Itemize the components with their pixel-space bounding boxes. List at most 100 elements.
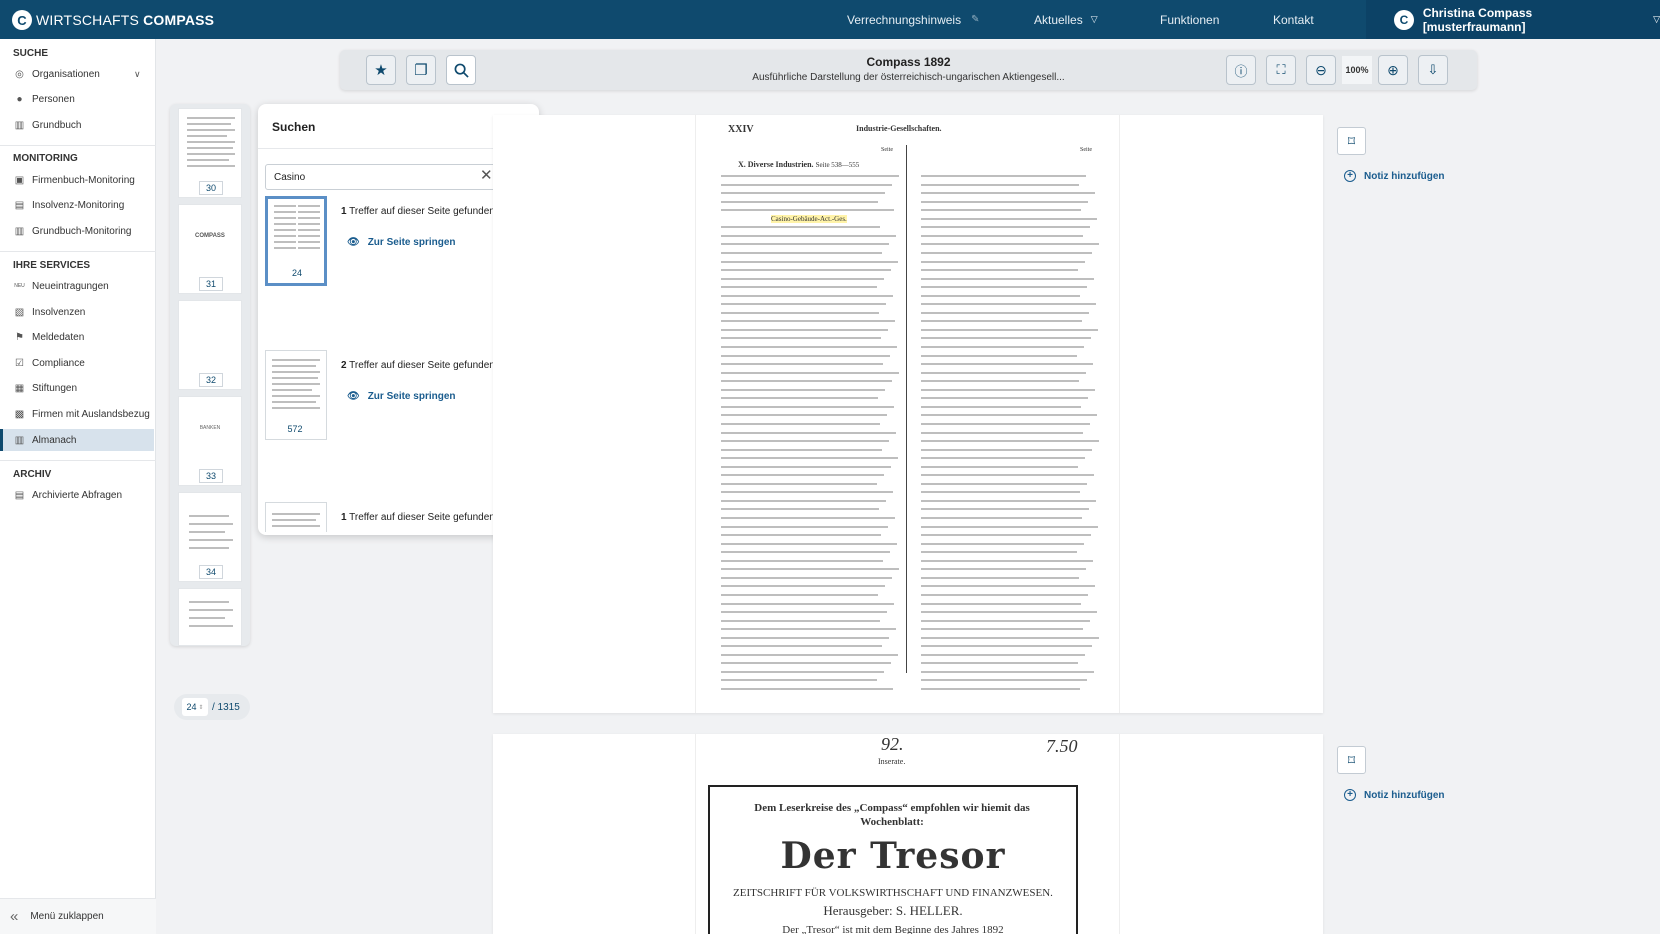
- thumbnail-page[interactable]: BANKEN 33: [178, 396, 242, 486]
- clear-icon[interactable]: ✕: [480, 166, 493, 184]
- text-line: [921, 286, 1087, 289]
- nav-verrechnungshinweis[interactable]: Verrechnungshinweis ✎: [847, 0, 979, 39]
- jump-to-page-link[interactable]: 👁 Zur Seite springen: [347, 391, 456, 402]
- brand-logo[interactable]: C WIRTSCHAFTS COMPASS: [12, 10, 214, 30]
- text-line: [721, 260, 898, 263]
- thumbnail-page[interactable]: COMPASS 31: [178, 204, 242, 294]
- sidebar-item-stiftungen[interactable]: ▦ Stiftungen: [0, 377, 154, 399]
- text-line: [721, 200, 878, 203]
- text-line: [721, 653, 898, 656]
- nav-funktionen[interactable]: Funktionen: [1160, 0, 1219, 39]
- thumbnail-page[interactable]: 30: [178, 108, 242, 198]
- text-line: [921, 542, 1084, 545]
- total-pages: / 1315: [212, 701, 240, 713]
- sidebar-item-archivierte-abfragen[interactable]: ▤ Archivierte Abfragen: [0, 484, 154, 506]
- text-line: [921, 499, 1096, 502]
- document-page: 92. 7.50 Inserate. Dem Leserkreise des „…: [493, 734, 1323, 934]
- advertisement-box: Dem Leserkreise des „Compass“ empfohlen …: [708, 785, 1078, 934]
- sidebar-item-almanach[interactable]: ▥ Almanach: [0, 429, 154, 451]
- text-line: [721, 277, 884, 280]
- info-button[interactable]: ⓘ: [1226, 55, 1256, 85]
- ad-masthead: Der Tresor: [780, 835, 1006, 877]
- sidebar-item-insolvenz-monitoring[interactable]: ▤ Insolvenz-Monitoring: [0, 194, 154, 216]
- result-summary: 1 Treffer auf dieser Seite gefunden: [341, 206, 495, 217]
- add-note-label: Notiz hinzufügen: [1364, 789, 1445, 801]
- search-panel-title: Suchen: [272, 120, 316, 134]
- sidebar-item-grundbuch[interactable]: ▥ Grundbuch: [0, 114, 154, 136]
- hit-count: 1: [341, 512, 347, 523]
- text-line: [721, 559, 883, 562]
- text-line: [921, 440, 1099, 443]
- bookmark-button[interactable]: ⌑: [1337, 746, 1366, 774]
- sidebar-item-grundbuch-monitoring[interactable]: ▥ Grundbuch-Monitoring: [0, 220, 154, 242]
- bookmark-icon: ⌑: [1347, 132, 1356, 149]
- globe-building-icon: ▩: [14, 408, 25, 420]
- text-line: [721, 414, 887, 417]
- nav-kontakt[interactable]: Kontakt: [1273, 0, 1314, 39]
- search-input[interactable]: [265, 164, 499, 190]
- page-number-input[interactable]: 24 ⇕: [182, 698, 208, 716]
- result-thumbnail[interactable]: [265, 502, 327, 532]
- zoom-out-button[interactable]: ⊖: [1306, 55, 1336, 85]
- bookmark-icon: ⌑: [1347, 751, 1356, 768]
- bookmark-button[interactable]: ⌑: [1337, 127, 1366, 155]
- brand-name-bold: COMPASS: [143, 12, 215, 28]
- search-result[interactable]: 572 2 Treffer auf dieser Seite gefunden …: [265, 350, 531, 450]
- sidebar-item-personen[interactable]: ● Personen: [0, 88, 154, 110]
- user-menu[interactable]: C Christina Compass [musterfraumann] ▽: [1366, 0, 1660, 39]
- text-line: [921, 431, 1083, 434]
- collapse-menu-button[interactable]: « Menü zuklappen: [0, 898, 156, 934]
- sidebar-item-compliance[interactable]: ☑ Compliance: [0, 352, 154, 374]
- sidebar-item-organisationen[interactable]: ◎ Organisationen ∨: [0, 63, 154, 85]
- stepper-icon[interactable]: ⇕: [198, 704, 203, 711]
- thumbnail-page[interactable]: 34: [178, 492, 242, 582]
- download-icon: ⇩: [1427, 62, 1439, 77]
- sidebar-item-firmen-mit-auslandsbezug[interactable]: ▩ Firmen mit Auslandsbezug: [0, 403, 154, 425]
- thumbnail-page[interactable]: 32: [178, 300, 242, 390]
- thumbnail-text: BANKEN: [199, 425, 221, 431]
- sidebar-item-neueintragungen[interactable]: NEU Neueintragungen: [0, 275, 154, 297]
- column-label: Seite: [1080, 147, 1092, 153]
- result-thumbnail[interactable]: 24: [265, 196, 327, 286]
- ad-subtitle: ZEITSCHRIFT FÜR VOLKSWIRTHSCHAFT UND FIN…: [733, 887, 1053, 899]
- viewer-toolbar: ★ ❐ Compass 1892 Ausführliche Darstellun…: [340, 50, 1477, 90]
- divider: [0, 145, 156, 146]
- text-line: [921, 568, 1086, 571]
- sidebar-item-insolvenzen[interactable]: ▧ Insolvenzen: [0, 301, 154, 323]
- section-suche: SUCHE: [13, 48, 49, 59]
- text-line: [721, 397, 878, 400]
- monitor-building-icon: ▣: [14, 174, 25, 186]
- add-note-button[interactable]: + Notiz hinzufügen: [1344, 789, 1445, 801]
- double-chevron-left-icon: «: [10, 908, 19, 925]
- download-button[interactable]: ⇩: [1418, 55, 1448, 85]
- text-line: [921, 482, 1087, 485]
- fullscreen-button[interactable]: ⛶: [1266, 55, 1296, 85]
- text-line: [921, 363, 1093, 366]
- sidebar-item-firmenbuch-monitoring[interactable]: ▣ Firmenbuch-Monitoring: [0, 169, 154, 191]
- top-bar: C WIRTSCHAFTS COMPASS Verrechnungshinweis…: [0, 0, 1660, 39]
- add-note-button[interactable]: + Notiz hinzufügen: [1344, 170, 1445, 182]
- nav-aktuelles[interactable]: Aktuelles ▽: [1034, 0, 1098, 39]
- sidebar-item-label: Archivierte Abfragen: [32, 489, 123, 501]
- text-line: [921, 294, 1080, 297]
- zoom-in-button[interactable]: ⊕: [1378, 55, 1408, 85]
- text-line: [921, 679, 1087, 682]
- sidebar-item-label: Compliance: [32, 357, 85, 369]
- chevron-down-icon[interactable]: ∨: [134, 69, 141, 80]
- sidebar-item-label: Organisationen: [32, 68, 100, 80]
- result-thumbnail[interactable]: 572: [265, 350, 327, 440]
- search-result[interactable]: 1 Treffer auf dieser Seite gefunden: [265, 502, 531, 532]
- thumbnail-page[interactable]: [178, 588, 242, 646]
- text-line: [921, 585, 1095, 588]
- result-summary: 2 Treffer auf dieser Seite gefunden: [341, 360, 495, 371]
- jump-label: Zur Seite springen: [367, 237, 456, 248]
- new-icon: NEU: [14, 282, 25, 289]
- sidebar-item-meldedaten[interactable]: ⚑ Meldedaten: [0, 326, 154, 348]
- text-line: [721, 328, 888, 331]
- checkbox-icon: ☑: [15, 357, 24, 369]
- zoom-in-icon: ⊕: [1387, 61, 1399, 78]
- jump-to-page-link[interactable]: 👁 Zur Seite springen: [347, 237, 456, 248]
- archive-icon: ▤: [14, 489, 25, 501]
- sidebar-item-label: Insolvenzen: [32, 306, 86, 318]
- search-result[interactable]: 24 1 Treffer auf dieser Seite gefunden 👁…: [265, 196, 531, 296]
